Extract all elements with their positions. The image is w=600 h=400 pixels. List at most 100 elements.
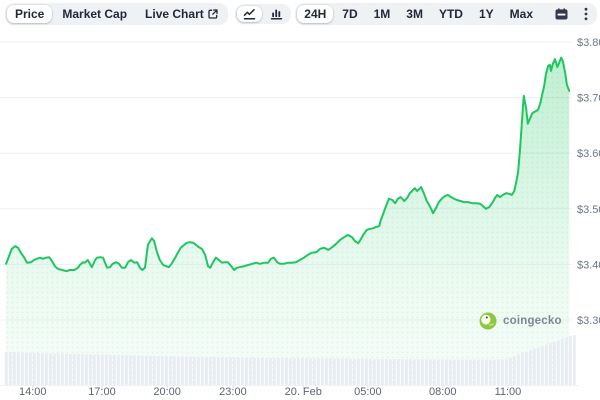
y-tick-label: $3.60: [577, 148, 600, 160]
volume-bar: [65, 354, 68, 385]
volume-bar: [253, 358, 256, 385]
volume-bar: [533, 349, 536, 385]
volume-bar: [349, 359, 352, 385]
volume-bar: [149, 356, 152, 385]
range-1y[interactable]: 1Y: [472, 5, 501, 23]
tab-market-cap[interactable]: Market Cap: [54, 5, 135, 23]
volume-bar: [169, 356, 172, 385]
range-24h[interactable]: 24H: [297, 5, 333, 23]
volume-bar: [425, 359, 428, 385]
volume-bar: [193, 357, 196, 385]
volume-bar: [13, 352, 16, 385]
x-tick-label: 20:00: [153, 386, 181, 398]
volume-bar: [449, 359, 452, 385]
volume-bar: [553, 342, 556, 385]
volume-bar: [33, 353, 36, 385]
tab-price[interactable]: Price: [7, 5, 52, 23]
volume-bar: [9, 352, 12, 385]
volume-bar: [385, 359, 388, 385]
volume-bar: [5, 352, 8, 385]
volume-bar: [249, 358, 252, 385]
volume-bar: [181, 357, 184, 385]
date-range-picker-button[interactable]: [548, 6, 575, 22]
volume-bar: [277, 358, 280, 385]
volume-bar: [269, 358, 272, 385]
volume-bar: [465, 360, 468, 386]
volume-bar: [333, 359, 336, 385]
range-1m[interactable]: 1M: [367, 5, 398, 23]
tab-live-chart-label: Live Chart: [145, 7, 204, 21]
volume-bar: [401, 359, 404, 385]
volume-bar: [405, 359, 408, 385]
y-tick-label: $3.50: [577, 204, 600, 216]
bar-chart-icon: [270, 8, 283, 20]
y-tick-label: $3.80: [577, 37, 600, 49]
volume-bar: [329, 359, 332, 385]
volume-bar: [345, 359, 348, 385]
volume-bar: [529, 350, 532, 385]
volume-bar: [321, 359, 324, 385]
volume-bar: [521, 353, 524, 385]
bar-chart-type-button[interactable]: [264, 6, 289, 22]
volume-bar: [409, 359, 412, 385]
volume-bar: [337, 359, 340, 385]
volume-bar: [73, 354, 76, 385]
volume-bar: [317, 359, 320, 385]
volume-bar: [573, 335, 576, 385]
volume-bar: [105, 355, 108, 385]
volume-bar: [457, 359, 460, 385]
volume-bar: [513, 356, 516, 385]
y-tick-label: $3.30: [577, 315, 600, 327]
volume-bar: [125, 355, 128, 385]
volume-bar: [137, 355, 140, 385]
volume-bar: [189, 357, 192, 385]
volume-bar: [101, 355, 104, 385]
volume-bar: [21, 353, 24, 385]
volume-bar: [77, 354, 80, 385]
volume-bar: [129, 355, 132, 385]
volume-bar: [469, 360, 472, 386]
range-selector: 24H 7D 1M 3M YTD 1Y Max: [295, 3, 597, 25]
volume-bar: [121, 355, 124, 385]
volume-bar: [49, 353, 52, 385]
volume-bar: [69, 354, 72, 385]
volume-bar: [145, 356, 148, 385]
volume-bar: [373, 359, 376, 385]
volume-bar: [205, 357, 208, 385]
volume-bar: [501, 359, 504, 385]
x-tick-label: 08:00: [429, 386, 457, 398]
volume-bar: [357, 359, 360, 385]
volume-bar: [313, 358, 316, 385]
line-chart-icon: [243, 8, 256, 20]
volume-bar: [389, 359, 392, 385]
volume-bar: [213, 357, 216, 385]
volume-bar: [237, 357, 240, 385]
volume-bar: [441, 359, 444, 385]
volume-bar: [473, 360, 476, 386]
x-tick-label: 11:00: [495, 386, 522, 398]
volume-bar: [393, 359, 396, 385]
volume-bar: [325, 359, 328, 385]
range-3m[interactable]: 3M: [399, 5, 430, 23]
price-chart-canvas[interactable]: $3.80$3.70$3.60$3.50$3.40$3.3014:0017:00…: [0, 0, 600, 400]
more-options-button[interactable]: [577, 5, 595, 23]
tab-live-chart[interactable]: Live Chart: [137, 5, 226, 23]
volume-bar: [225, 357, 228, 385]
volume-bar: [17, 352, 20, 385]
volume-bar: [545, 345, 548, 385]
volume-bar: [293, 358, 296, 385]
volume-bar: [397, 359, 400, 385]
volume-bar: [89, 354, 92, 385]
volume-bar: [209, 357, 212, 385]
volume-bar: [341, 359, 344, 385]
volume-bar: [185, 357, 188, 385]
range-7d[interactable]: 7D: [335, 5, 364, 23]
line-chart-type-button[interactable]: [237, 6, 262, 22]
volume-bar: [37, 353, 40, 385]
range-max[interactable]: Max: [503, 5, 540, 23]
volume-bar: [525, 352, 528, 385]
volume-bar: [301, 358, 304, 385]
volume-bar: [201, 357, 204, 385]
range-ytd[interactable]: YTD: [432, 5, 470, 23]
volume-bar: [421, 359, 424, 385]
